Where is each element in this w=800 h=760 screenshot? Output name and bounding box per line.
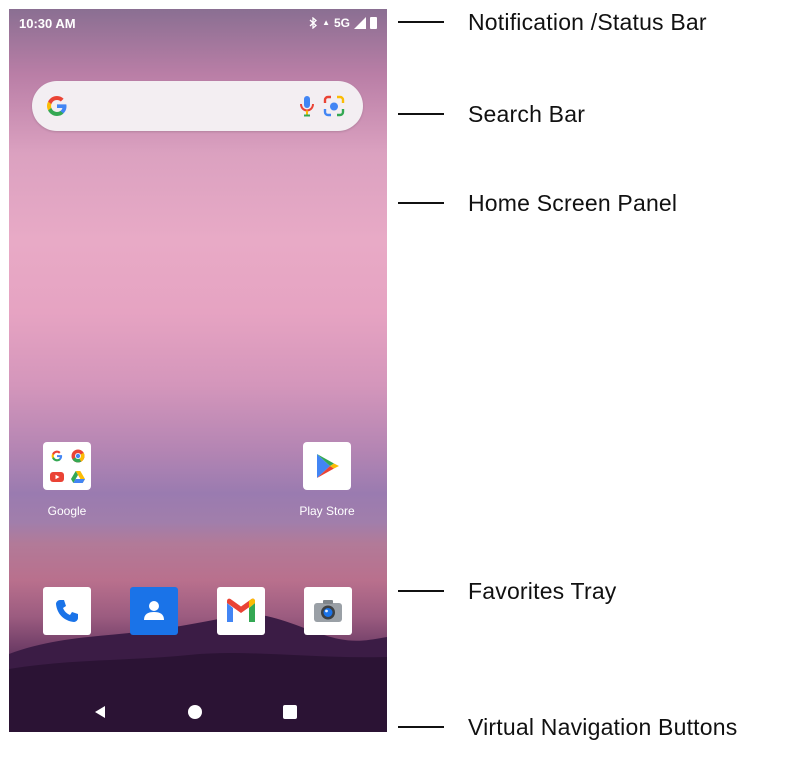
leader-line: [398, 113, 444, 115]
back-icon[interactable]: [93, 705, 107, 719]
callout-label: Notification /Status Bar: [468, 8, 707, 35]
youtube-mini-icon: [46, 466, 67, 487]
callout-search-bar: Search Bar: [398, 99, 585, 129]
app-label-play-store: Play Store: [299, 504, 355, 518]
callout-status-bar: Notification /Status Bar: [398, 7, 707, 37]
leader-line: [398, 726, 444, 728]
app-label-google: Google: [47, 504, 87, 518]
phone-icon[interactable]: [43, 587, 91, 635]
gmail-icon[interactable]: [217, 587, 265, 635]
contacts-icon[interactable]: [130, 587, 178, 635]
callout-label: Search Bar: [468, 100, 586, 127]
play-store-icon[interactable]: [303, 442, 351, 490]
status-time: 10:30 AM: [19, 16, 76, 31]
recents-icon[interactable]: [283, 705, 297, 719]
camera-icon[interactable]: [304, 587, 352, 635]
microphone-icon[interactable]: [297, 93, 317, 119]
favorites-tray: [9, 587, 387, 637]
leader-line: [398, 590, 444, 592]
callout-home-screen-panel: Home Screen Panel: [398, 188, 677, 218]
leader-line: [398, 202, 444, 204]
play-store-app[interactable]: Play Store: [287, 442, 367, 518]
callout-label: Home Screen Panel: [468, 189, 678, 216]
google-folder[interactable]: Google: [27, 442, 107, 518]
leader-line: [398, 21, 444, 23]
search-bar[interactable]: [32, 81, 363, 131]
bluetooth-icon: [309, 17, 318, 29]
callout-favorites-tray: Favorites Tray: [398, 576, 617, 606]
callout-virtual-navigation-buttons: Virtual Navigation Buttons: [398, 712, 737, 742]
google-mini-icon: [46, 445, 67, 466]
callout-label: Virtual Navigation Buttons: [468, 713, 738, 740]
status-icons: ▲ 5G: [309, 16, 377, 30]
network-type: 5G: [333, 16, 350, 30]
callout-label: Favorites Tray: [468, 577, 617, 604]
google-folder-icon[interactable]: [43, 442, 91, 490]
data-activity-icon: ▲: [322, 18, 330, 27]
status-bar[interactable]: 10:30 AM ▲ 5G: [9, 9, 387, 37]
google-lens-icon[interactable]: [322, 94, 346, 118]
google-g-icon[interactable]: [44, 93, 70, 119]
signal-icon: [354, 17, 366, 29]
drive-mini-icon: [67, 466, 88, 487]
navigation-bar: [9, 693, 387, 729]
home-icon[interactable]: [188, 705, 202, 719]
chrome-mini-icon: [67, 445, 88, 466]
battery-icon: [370, 17, 377, 29]
phone-screen: 10:30 AM ▲ 5G Google Play Store: [9, 9, 387, 732]
